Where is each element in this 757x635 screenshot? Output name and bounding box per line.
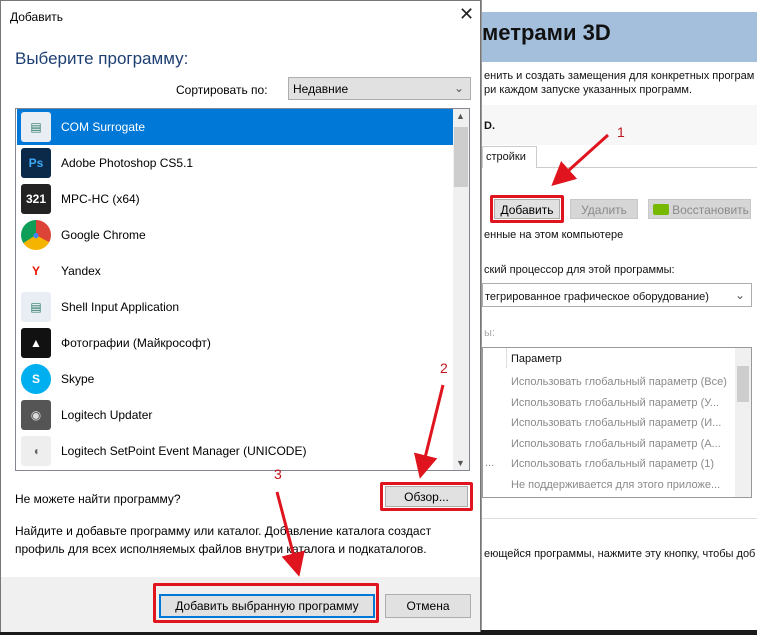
- annotation-1: 1: [617, 124, 625, 140]
- annotation-2: 2: [440, 360, 448, 376]
- arrow-1: [551, 133, 610, 187]
- annotation-3: 3: [274, 466, 282, 482]
- annotation-arrows: [275, 133, 610, 577]
- arrow-3: [275, 491, 305, 577]
- arrow-2: [413, 384, 445, 479]
